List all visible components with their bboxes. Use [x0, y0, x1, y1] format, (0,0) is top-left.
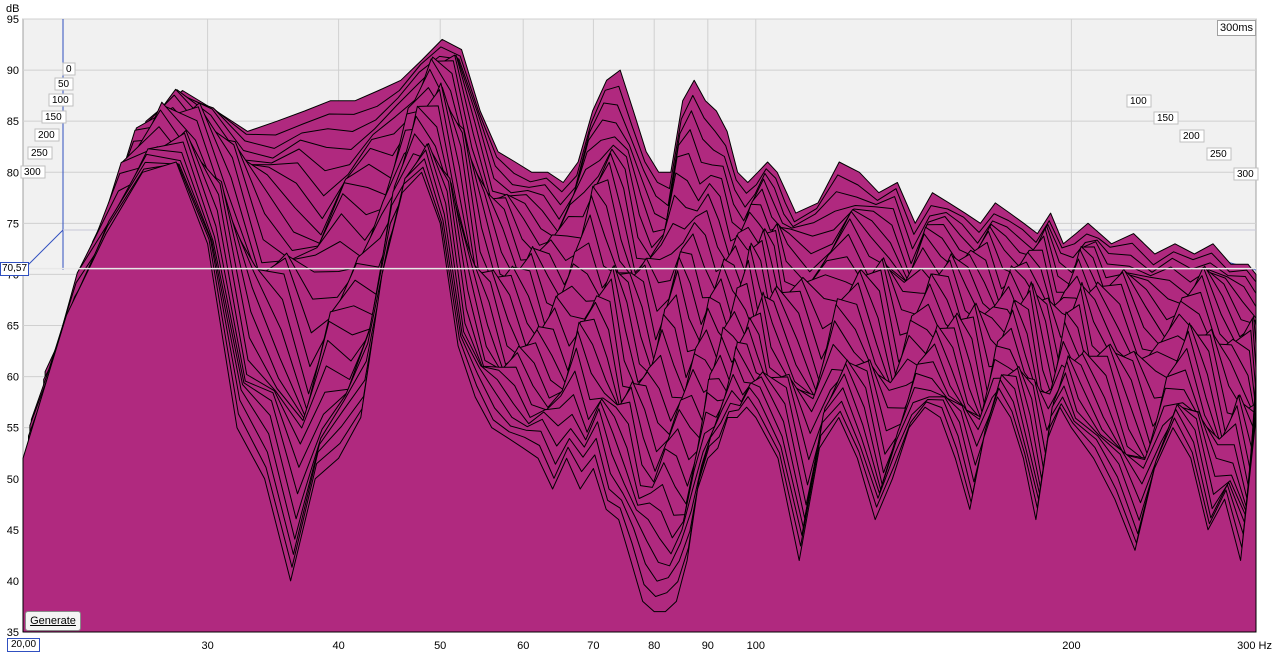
time-tick-left: 300: [20, 165, 46, 179]
time-tick-left: 250: [27, 146, 53, 160]
cursor-readout[interactable]: 70,57: [0, 261, 30, 276]
svg-text:250: 250: [1210, 149, 1227, 160]
x-tick-label: 100: [747, 640, 765, 652]
time-tick-left: 0: [62, 62, 76, 76]
svg-text:300: 300: [1237, 169, 1254, 180]
time-tick-left: 200: [34, 128, 60, 142]
svg-text:300: 300: [24, 167, 41, 178]
x-tick-label: 60: [517, 640, 529, 652]
svg-text:50: 50: [58, 79, 70, 90]
y-tick-label: 40: [7, 576, 19, 588]
time-tick-right: 300: [1233, 167, 1259, 181]
svg-text:100: 100: [1130, 96, 1147, 107]
svg-text:250: 250: [31, 148, 48, 159]
time-tick-left: 150: [41, 110, 67, 124]
generate-button[interactable]: Generate: [25, 611, 81, 631]
y-tick-label: 65: [7, 321, 19, 333]
time-tick-right: 250: [1206, 147, 1232, 161]
svg-text:0: 0: [66, 64, 72, 75]
y-tick-label: 45: [7, 525, 19, 537]
x-origin-label[interactable]: 20,00: [7, 638, 40, 652]
svg-text:150: 150: [1157, 113, 1174, 124]
svg-text:150: 150: [45, 112, 62, 123]
y-tick-label: 80: [7, 167, 19, 179]
x-tick-label: 80: [648, 640, 660, 652]
time-tick-left: 100: [48, 93, 74, 107]
time-tick-right: 200: [1179, 129, 1205, 143]
time-tick-left: 50: [54, 77, 74, 91]
x-tick-label: 40: [332, 640, 344, 652]
x-tick-label: 70: [587, 640, 599, 652]
y-tick-label: 85: [7, 116, 19, 128]
time-tick-right: 100: [1126, 94, 1152, 108]
y-tick-label: 75: [7, 218, 19, 230]
y-tick-label: 60: [7, 372, 19, 384]
y-tick-label: 90: [7, 65, 19, 77]
y-tick-label: 55: [7, 423, 19, 435]
x-tick-label: 30: [201, 640, 213, 652]
y-tick-label: 50: [7, 474, 19, 486]
svg-text:200: 200: [1183, 131, 1200, 142]
x-unit-label: 300 Hz: [1237, 640, 1272, 652]
svg-text:200: 200: [38, 130, 55, 141]
x-tick-label: 90: [702, 640, 714, 652]
time-window-badge: 300ms: [1217, 20, 1256, 36]
svg-text:100: 100: [52, 95, 69, 106]
x-tick-label: 50: [434, 640, 446, 652]
waterfall-chart: dB 9590858075706560555045403530405060708…: [0, 0, 1274, 653]
x-tick-label: 200: [1062, 640, 1080, 652]
y-tick-label: 95: [7, 14, 19, 26]
time-tick-right: 150: [1153, 111, 1179, 125]
